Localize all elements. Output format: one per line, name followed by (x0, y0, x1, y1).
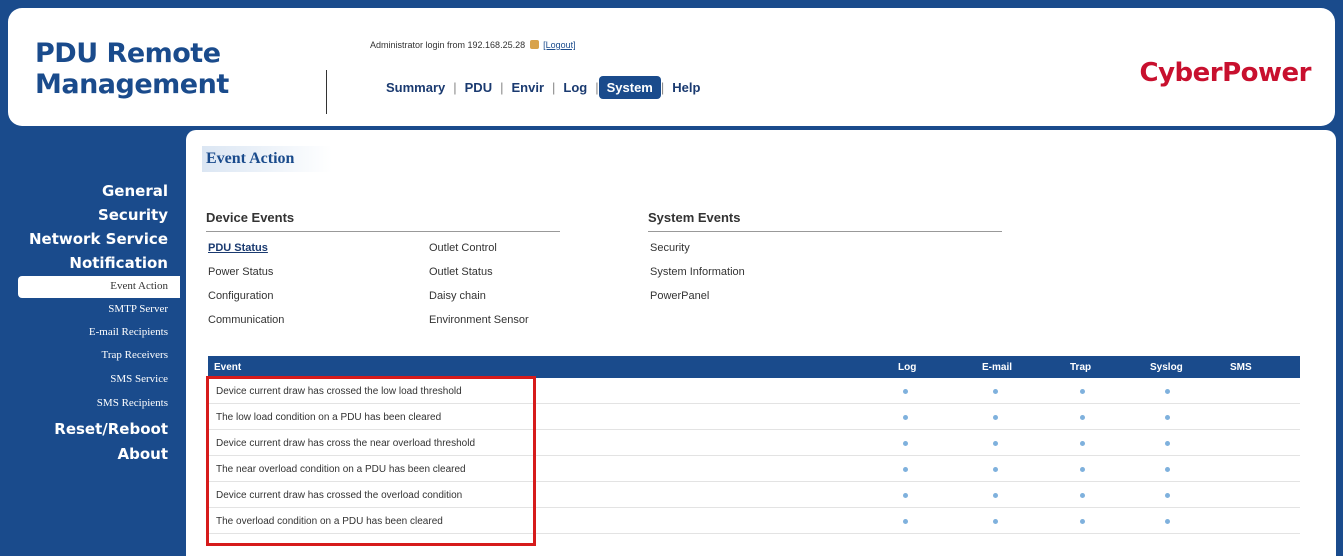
device-event-link-outlet-control[interactable]: Outlet Control (429, 242, 497, 254)
email-enabled-icon[interactable] (993, 415, 998, 420)
syslog-enabled-icon[interactable] (1165, 519, 1170, 524)
trap-enabled-icon[interactable] (1080, 415, 1085, 420)
admin-login-info: Administrator login from 192.168.25.28 [… (370, 40, 576, 50)
admin-login-text: Administrator login from 192.168.25.28 (370, 40, 526, 50)
system-event-link-system-information[interactable]: System Information (650, 266, 745, 278)
syslog-enabled-icon[interactable] (1165, 441, 1170, 446)
nav-tab-envir[interactable]: Envir (503, 80, 552, 95)
cyberpower-logo: CyberPower (1139, 58, 1312, 88)
log-enabled-icon[interactable] (903, 467, 908, 472)
email-enabled-icon[interactable] (993, 389, 998, 394)
nav-tab-summary[interactable]: Summary (378, 80, 453, 95)
trap-enabled-icon[interactable] (1080, 493, 1085, 498)
nav-tab-pdu[interactable]: PDU (457, 80, 500, 95)
system-event-link-powerpanel[interactable]: PowerPanel (650, 290, 709, 302)
email-enabled-icon[interactable] (993, 467, 998, 472)
device-event-link-pdu-status[interactable]: PDU Status (208, 242, 268, 254)
syslog-enabled-icon[interactable] (1165, 415, 1170, 420)
syslog-enabled-icon[interactable] (1165, 493, 1170, 498)
device-event-link-power-status[interactable]: Power Status (208, 266, 273, 278)
system-events-heading: System Events (648, 210, 1002, 232)
sidebar-item-e-mail-recipients[interactable]: E-mail Recipients (89, 326, 168, 338)
sidebar-item-sms-recipients[interactable]: SMS Recipients (97, 397, 168, 409)
log-enabled-icon[interactable] (903, 519, 908, 524)
sidebar-item-reset-reboot[interactable]: Reset/Reboot (54, 420, 168, 438)
column-header-log: Log (898, 362, 917, 373)
device-event-link-outlet-status[interactable]: Outlet Status (429, 266, 493, 278)
header-bar: PDU Remote Management Administrator logi… (8, 8, 1335, 126)
column-header-event: Event (214, 362, 242, 373)
brand-line-2: Management (35, 69, 229, 100)
highlight-box (206, 376, 536, 546)
nav-tab-system[interactable]: System (598, 76, 661, 99)
log-enabled-icon[interactable] (903, 389, 908, 394)
column-header-e-mail: E-mail (982, 362, 1013, 373)
logout-link[interactable]: [Logout] (543, 40, 576, 50)
brand-title: PDU Remote Management (35, 38, 229, 100)
nav-tab-help[interactable]: Help (664, 80, 708, 95)
column-header-syslog: Syslog (1150, 362, 1183, 373)
device-event-link-daisy-chain[interactable]: Daisy chain (429, 290, 486, 302)
brand-line-1: PDU Remote (35, 38, 221, 69)
trap-enabled-icon[interactable] (1080, 389, 1085, 394)
sidebar-item-sms-service[interactable]: SMS Service (110, 373, 168, 385)
trap-enabled-icon[interactable] (1080, 519, 1085, 524)
email-enabled-icon[interactable] (993, 493, 998, 498)
device-event-link-environment-sensor[interactable]: Environment Sensor (429, 314, 529, 326)
sidebar-item-smtp-server[interactable]: SMTP Server (108, 303, 168, 315)
user-lock-icon (529, 40, 539, 49)
brand-divider (326, 70, 327, 114)
device-event-link-communication[interactable]: Communication (208, 314, 284, 326)
nav-tab-log[interactable]: Log (555, 80, 595, 95)
email-enabled-icon[interactable] (993, 441, 998, 446)
page-title: Event Action (202, 146, 332, 172)
column-header-sms: SMS (1230, 362, 1252, 373)
sidebar-item-event-action[interactable]: Event Action (18, 276, 180, 298)
device-events-heading: Device Events (206, 210, 560, 232)
sidebar-item-security[interactable]: Security (98, 206, 168, 224)
syslog-enabled-icon[interactable] (1165, 389, 1170, 394)
sidebar-item-network-service[interactable]: Network Service (29, 230, 168, 248)
top-navigation: Summary | PDU | Envir | Log | System | Help (378, 76, 708, 99)
column-header-trap: Trap (1070, 362, 1092, 373)
log-enabled-icon[interactable] (903, 415, 908, 420)
trap-enabled-icon[interactable] (1080, 441, 1085, 446)
system-event-link-security[interactable]: Security (650, 242, 690, 254)
log-enabled-icon[interactable] (903, 493, 908, 498)
log-enabled-icon[interactable] (903, 441, 908, 446)
trap-enabled-icon[interactable] (1080, 467, 1085, 472)
sidebar-item-notification[interactable]: Notification (69, 254, 168, 272)
email-enabled-icon[interactable] (993, 519, 998, 524)
event-table-header: Event Log E-mail Trap Syslog SMS (208, 356, 1300, 378)
sidebar-item-about[interactable]: About (117, 445, 168, 463)
sidebar-item-trap-receivers[interactable]: Trap Receivers (102, 349, 169, 361)
sidebar-item-general[interactable]: General (102, 182, 168, 200)
syslog-enabled-icon[interactable] (1165, 467, 1170, 472)
sidebar-item-label: Event Action (110, 280, 168, 292)
device-event-link-configuration[interactable]: Configuration (208, 290, 273, 302)
